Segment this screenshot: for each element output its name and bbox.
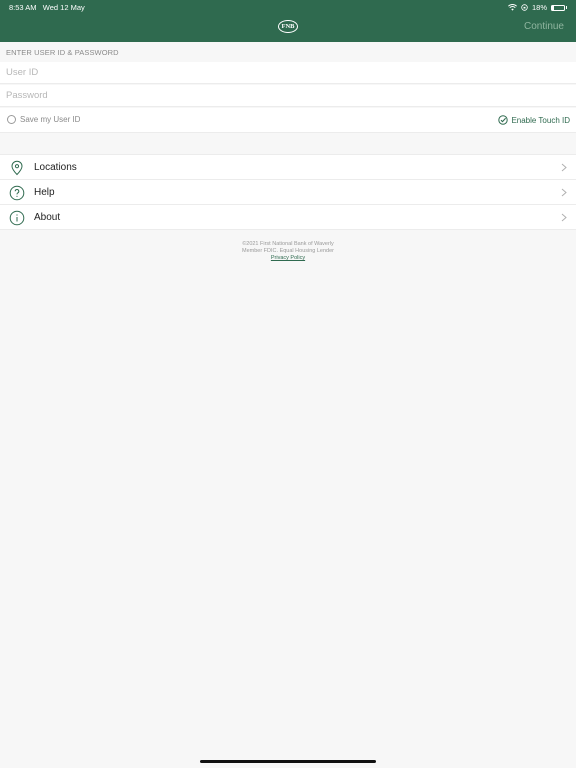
battery-fill [552, 5, 555, 10]
location-pin-icon [11, 160, 23, 176]
continue-button[interactable]: Continue [524, 21, 564, 32]
save-user-id-radio[interactable] [7, 115, 16, 124]
battery-percent: 18% [531, 3, 547, 12]
status-time-text: 8:53 AM [9, 3, 37, 12]
user-id-field-row [0, 62, 576, 84]
menu-item-label: About [34, 212, 61, 223]
wifi-icon [508, 4, 517, 11]
battery-nub [566, 6, 567, 9]
status-date-text: Wed 12 May [42, 3, 85, 12]
checkmark-circle-icon [498, 115, 509, 125]
battery-icon [551, 4, 565, 11]
footer: ©2021 First National Bank of Waverly Mem… [0, 241, 576, 262]
enable-touch-id-label: Enable Touch ID [511, 115, 570, 125]
login-options-row: Save my User ID Enable Touch ID [0, 108, 576, 133]
question-circle-icon [9, 185, 25, 201]
menu-item-label: Locations [34, 162, 77, 173]
menu-item-locations[interactable]: Locations [0, 155, 576, 180]
chevron-right-icon [561, 213, 567, 222]
menu-item-help[interactable]: Help [0, 180, 576, 205]
status-indicators: 18% [508, 3, 567, 12]
status-time: 8:53 AM Wed 12 May [9, 3, 85, 12]
home-indicator [200, 760, 376, 763]
menu-item-about[interactable]: About [0, 205, 576, 230]
menu-list: Locations Help About [0, 154, 576, 230]
menu-item-label: Help [34, 187, 55, 198]
footer-member: Member FDIC. Equal Housing Lender [241, 248, 334, 254]
enable-touch-id-toggle[interactable]: Enable Touch ID [498, 115, 570, 125]
user-id-input[interactable] [0, 62, 576, 83]
logo-text: FNB [281, 23, 295, 30]
password-field-row [0, 85, 576, 107]
login-section-title: ENTER USER ID & PASSWORD [6, 48, 119, 57]
privacy-policy-link[interactable]: Privacy Policy [271, 255, 305, 261]
chevron-right-icon [561, 163, 567, 172]
password-input[interactable] [0, 85, 576, 106]
chevron-right-icon [561, 188, 567, 197]
save-user-id-toggle[interactable]: Save my User ID [7, 115, 80, 124]
top-bar: 8:53 AM Wed 12 May 18% FNB Continue [0, 0, 576, 42]
fnb-logo: FNB [278, 20, 298, 33]
info-circle-icon [9, 210, 25, 226]
footer-copyright: ©2021 First National Bank of Waverly [242, 241, 334, 247]
orientation-lock-icon [521, 4, 528, 11]
save-user-id-label: Save my User ID [20, 115, 81, 124]
